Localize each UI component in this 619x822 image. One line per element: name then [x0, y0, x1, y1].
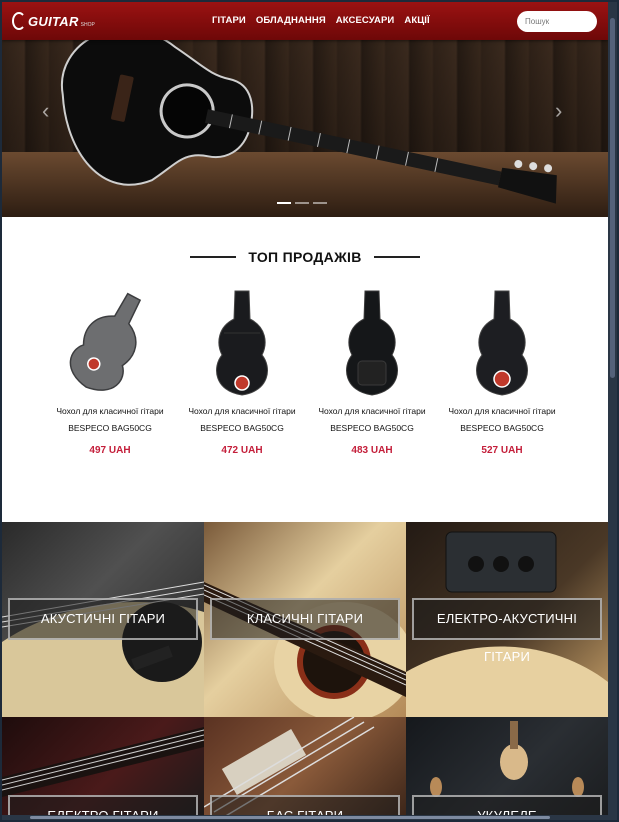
- divider: [374, 255, 421, 258]
- scrollbar-thumb[interactable]: [610, 18, 615, 378]
- nav-item-sales[interactable]: АКЦІЇ: [404, 15, 429, 26]
- category-acoustic[interactable]: АКУСТИЧНІ ГІТАРИ: [2, 522, 204, 717]
- chevron-left-icon[interactable]: ‹: [42, 100, 49, 122]
- product-model: BESPECO BAG50CG: [200, 423, 284, 433]
- product-image[interactable]: [440, 287, 564, 397]
- slider-dot[interactable]: [313, 202, 327, 204]
- product-image[interactable]: [310, 287, 434, 397]
- category-label: КЛАСИЧНІ ГІТАРИ: [210, 598, 400, 640]
- horizontal-scrollbar-thumb[interactable]: [30, 816, 550, 819]
- hero-slider[interactable]: GUITAR SHOP ГІТАРИ ОБЛАДНАННЯ АКСЕСУАРИ …: [2, 2, 608, 217]
- product-image[interactable]: [180, 287, 304, 397]
- category-electro-acoustic[interactable]: ЕЛЕКТРО-АКУСТИЧНІ ГІТАРИ: [406, 522, 608, 717]
- product-price: 497 UAH: [89, 445, 131, 456]
- product-card[interactable]: Чохол для класичної гітари BESPECO BAG50…: [310, 287, 434, 456]
- nav-item-accessories[interactable]: АКСЕСУАРИ: [336, 15, 395, 26]
- main-nav: ГІТАРИ ОБЛАДНАННЯ АКСЕСУАРИ АКЦІЇ: [212, 15, 430, 26]
- top-navbar: GUITAR SHOP ГІТАРИ ОБЛАДНАННЯ АКСЕСУАРИ …: [2, 2, 608, 40]
- category-grid: АКУСТИЧНІ ГІТАРИ КЛАСИЧНІ ГІТАРИ ЕЛЕКТРО…: [2, 522, 608, 820]
- product-name-line: Чохол для класичної гітари: [448, 406, 556, 416]
- product-name-line: Чохол для класичної гітари: [318, 406, 426, 416]
- logo-text: GUITAR: [28, 13, 79, 29]
- logo[interactable]: GUITAR SHOP: [12, 10, 95, 32]
- category-label: АКУСТИЧНІ ГІТАРИ: [8, 598, 198, 640]
- product-name[interactable]: Чохол для класичної гітари BESPECO BAG50…: [440, 403, 564, 437]
- nav-item-guitars[interactable]: ГІТАРИ: [212, 15, 246, 26]
- slider-indicators: [277, 202, 327, 204]
- product-card[interactable]: Чохол для класичної гітари BESPECO BAG50…: [440, 287, 564, 456]
- product-card[interactable]: Чохол для класичної гітари BESPECO BAG50…: [48, 287, 172, 456]
- search-input[interactable]: [517, 11, 597, 32]
- product-image[interactable]: [48, 287, 172, 397]
- category-bass[interactable]: БАС ГІТАРИ: [204, 717, 406, 820]
- category-label: ЕЛЕКТРО-АКУСТИЧНІ ГІТАРИ: [412, 598, 602, 664]
- divider: [189, 255, 236, 258]
- product-model: BESPECO BAG50CG: [330, 423, 414, 433]
- logo-icon: [12, 12, 26, 30]
- product-name-line: Чохол для класичної гітари: [56, 406, 164, 416]
- top-sales-heading: ТОП ПРОДАЖІВ: [2, 248, 608, 266]
- chevron-right-icon[interactable]: ›: [555, 100, 562, 122]
- category-ukulele[interactable]: УКУЛЕЛЕ: [406, 717, 608, 820]
- product-name[interactable]: Чохол для класичної гітари BESPECO BAG50…: [48, 403, 172, 437]
- section-title: ТОП ПРОДАЖІВ: [248, 248, 362, 265]
- product-name[interactable]: Чохол для класичної гітари BESPECO BAG50…: [180, 403, 304, 437]
- product-card[interactable]: Чохол для класичної гітари BESPECO BAG50…: [180, 287, 304, 456]
- nav-item-equipment[interactable]: ОБЛАДНАННЯ: [256, 15, 326, 26]
- product-name-line: Чохол для класичної гітари: [188, 406, 296, 416]
- category-electric[interactable]: ЕЛЕКТРО ГІТАРИ: [2, 717, 204, 820]
- product-price: 472 UAH: [221, 445, 263, 456]
- product-name[interactable]: Чохол для класичної гітари BESPECO BAG50…: [310, 403, 434, 437]
- product-list: Чохол для класичної гітари BESPECO BAG50…: [2, 287, 608, 467]
- logo-subtext: SHOP: [80, 22, 95, 28]
- product-price: 483 UAH: [351, 445, 393, 456]
- category-classical[interactable]: КЛАСИЧНІ ГІТАРИ: [204, 522, 406, 717]
- product-price: 527 UAH: [481, 445, 523, 456]
- slider-dot[interactable]: [295, 202, 309, 204]
- product-model: BESPECO BAG50CG: [68, 423, 152, 433]
- slider-dot[interactable]: [277, 202, 291, 204]
- page: GUITAR SHOP ГІТАРИ ОБЛАДНАННЯ АКСЕСУАРИ …: [2, 2, 608, 820]
- product-model: BESPECO BAG50CG: [460, 423, 544, 433]
